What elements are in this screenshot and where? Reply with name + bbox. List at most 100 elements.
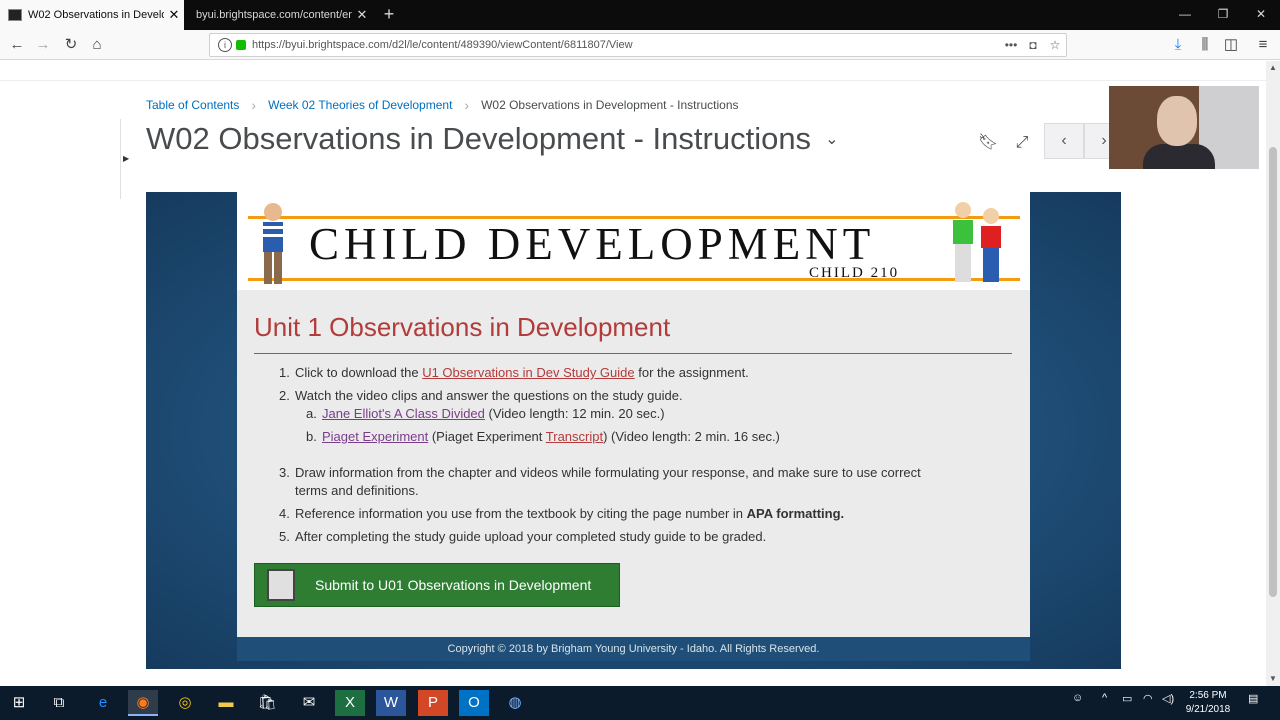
wifi-icon[interactable]: ◠ bbox=[1143, 692, 1153, 705]
menu-icon[interactable]: ≡ bbox=[1252, 34, 1274, 56]
scrollbar-thumb[interactable] bbox=[1269, 147, 1277, 597]
chevron-up-icon[interactable]: ^ bbox=[1102, 692, 1107, 704]
bookmark-icon[interactable]: 🔖︎ bbox=[976, 131, 1000, 155]
tab-title: byui.brightspace.com/content/enfo bbox=[196, 9, 352, 21]
battery-icon[interactable]: ▭ bbox=[1122, 692, 1132, 705]
store-icon[interactable]: 🛍︎ bbox=[252, 690, 282, 716]
close-tab-icon[interactable]: ✕ bbox=[164, 7, 184, 23]
item-text-pre: Click to download the bbox=[295, 365, 423, 380]
item-number: 1. bbox=[279, 365, 290, 380]
home-icon[interactable]: ⌂ bbox=[86, 34, 108, 56]
page-scrollbar[interactable]: ▲ ▼ bbox=[1266, 61, 1280, 686]
item-text: Watch the video clips and answer the que… bbox=[295, 388, 683, 403]
banner-stripe-bottom bbox=[248, 278, 1020, 281]
navigation-toolbar: ← → ↻ ⌂ i https://byui.brightspace.com/d… bbox=[0, 30, 1280, 60]
course-banner: CHILD DEVELOPMENT CHILD 210 bbox=[237, 192, 1030, 290]
system-clock[interactable]: 2:56 PM 9/21/2018 bbox=[1176, 689, 1240, 717]
fullscreen-icon[interactable]: ⤢ bbox=[1010, 131, 1034, 155]
bookmark-star-icon[interactable]: ☆ bbox=[1044, 38, 1066, 52]
item-text: Reference information you use from the t… bbox=[295, 505, 844, 523]
browser-tab[interactable]: byui.brightspace.com/content/enfo ✕ bbox=[186, 0, 372, 30]
downloads-icon[interactable]: ⤓ bbox=[1167, 34, 1189, 56]
submit-assignment-button[interactable]: Submit to U01 Observations in Developmen… bbox=[254, 563, 620, 607]
reload-icon[interactable]: ↻ bbox=[60, 34, 82, 56]
item-text: Click to download the U1 Observations in… bbox=[295, 364, 749, 382]
people-icon[interactable]: ☺ bbox=[1072, 692, 1083, 704]
divider bbox=[254, 353, 1012, 354]
item-letter: b. bbox=[306, 429, 317, 444]
lock-icon bbox=[236, 40, 246, 50]
unit-title: Unit 1 Observations in Development bbox=[254, 312, 671, 342]
chrome-icon[interactable]: ◎ bbox=[170, 690, 200, 716]
item-text: Jane Elliot's A Class Divided (Video len… bbox=[322, 405, 665, 423]
address-bar[interactable]: i https://byui.brightspace.com/d2l/le/co… bbox=[209, 33, 1067, 57]
close-tab-icon[interactable]: ✕ bbox=[352, 7, 372, 23]
children-illustration bbox=[953, 202, 1001, 282]
chevron-right-icon: › bbox=[464, 97, 470, 113]
url-text[interactable]: https://byui.brightspace.com/d2l/le/cont… bbox=[252, 39, 1000, 51]
page-title: W02 Observations in Development - Instru… bbox=[146, 121, 838, 157]
edge-icon[interactable]: e bbox=[88, 690, 118, 716]
page-actions-icon[interactable]: ••• bbox=[1000, 38, 1022, 52]
breadcrumb-week-02[interactable]: Week 02 Theories of Development bbox=[268, 98, 452, 112]
content-frame: CHILD DEVELOPMENT CHILD 210 Unit 1 Obser… bbox=[146, 192, 1121, 669]
mail-icon[interactable]: ✉ bbox=[294, 690, 324, 716]
webcam-overlay bbox=[1109, 86, 1259, 169]
new-tab-icon[interactable]: + bbox=[380, 4, 398, 24]
previous-topic-button[interactable]: ‹ bbox=[1044, 123, 1084, 159]
pocket-icon[interactable]: ◘ bbox=[1022, 38, 1044, 52]
item-number: 4. bbox=[279, 506, 290, 521]
submit-label: Submit to U01 Observations in Developmen… bbox=[315, 577, 592, 593]
transcript-link[interactable]: Transcript bbox=[546, 429, 603, 444]
sidebar-icon[interactable]: ◫ bbox=[1220, 34, 1242, 56]
screen-recorder-icon[interactable]: ◍ bbox=[500, 690, 530, 716]
window-close-icon[interactable]: ✕ bbox=[1242, 0, 1280, 30]
copyright-footer: Copyright © 2018 by Brigham Young Univer… bbox=[237, 637, 1030, 661]
content-card: CHILD DEVELOPMENT CHILD 210 Unit 1 Obser… bbox=[237, 192, 1030, 637]
expand-sidebar-icon[interactable]: ▶ bbox=[120, 119, 130, 199]
piaget-experiment-link[interactable]: Piaget Experiment bbox=[322, 429, 428, 444]
excel-icon[interactable]: X bbox=[335, 690, 365, 716]
info-icon[interactable]: i bbox=[218, 38, 232, 52]
windows-taskbar: ⊞ ⧉ e ◉ ◎ ▬ 🛍︎ ✉ X W P O ◍ ☺ ^ ▭ ◠ ◁) 2:… bbox=[0, 686, 1280, 720]
chevron-right-icon: › bbox=[251, 97, 257, 113]
item-text: After completing the study guide upload … bbox=[295, 529, 767, 544]
apa-formatting-bold: APA formatting. bbox=[746, 506, 845, 521]
task-view-icon[interactable]: ⧉ bbox=[44, 690, 74, 716]
firefox-icon[interactable]: ◉ bbox=[128, 690, 158, 716]
forward-icon[interactable]: → bbox=[32, 34, 54, 56]
item-text: Piaget Experiment (Piaget Experiment Tra… bbox=[322, 428, 780, 446]
banner-title: CHILD DEVELOPMENT bbox=[309, 219, 876, 269]
clock-time: 2:56 PM bbox=[1189, 690, 1227, 701]
boy-illustration bbox=[263, 203, 283, 284]
scroll-up-icon[interactable]: ▲ bbox=[1266, 61, 1280, 75]
webcam-person-body bbox=[1143, 144, 1215, 169]
notifications-icon[interactable]: ▤ bbox=[1248, 692, 1258, 705]
webcam-person-face bbox=[1157, 96, 1197, 146]
site-favicon-icon bbox=[8, 9, 22, 21]
file-explorer-icon[interactable]: ▬ bbox=[211, 690, 241, 716]
chevron-down-icon[interactable]: ⌄ bbox=[825, 129, 838, 149]
item-text-line2: terms and definitions. bbox=[295, 483, 419, 498]
item-text-line1: Draw information from the chapter and vi… bbox=[295, 465, 921, 480]
item-text-post: ) (Video length: 2 min. 16 sec.) bbox=[603, 429, 780, 444]
clock-date: 9/21/2018 bbox=[1185, 704, 1231, 715]
breadcrumb-table-of-contents[interactable]: Table of Contents bbox=[146, 98, 239, 112]
breadcrumb: Table of Contents › Week 02 Theories of … bbox=[146, 97, 739, 113]
volume-icon[interactable]: ◁) bbox=[1162, 692, 1174, 705]
study-guide-link[interactable]: U1 Observations in Dev Study Guide bbox=[422, 365, 634, 380]
scroll-down-icon[interactable]: ▼ bbox=[1266, 672, 1280, 686]
library-icon[interactable]: ⫼ bbox=[1194, 34, 1216, 56]
word-icon[interactable]: W bbox=[376, 690, 406, 716]
powerpoint-icon[interactable]: P bbox=[418, 690, 448, 716]
outlook-icon[interactable]: O bbox=[459, 690, 489, 716]
start-windows-icon[interactable]: ⊞ bbox=[4, 690, 34, 716]
item-letter: a. bbox=[306, 406, 317, 421]
scrolled-header-remnant bbox=[0, 61, 1266, 81]
back-icon[interactable]: ← bbox=[6, 34, 28, 56]
item-number: 5. bbox=[279, 529, 290, 544]
restore-icon[interactable]: ❐ bbox=[1204, 0, 1242, 30]
class-divided-video-link[interactable]: Jane Elliot's A Class Divided bbox=[322, 406, 485, 421]
browser-tab-active[interactable]: W02 Observations in Develop ✕ bbox=[0, 0, 184, 30]
minimize-icon[interactable]: — bbox=[1166, 0, 1204, 30]
